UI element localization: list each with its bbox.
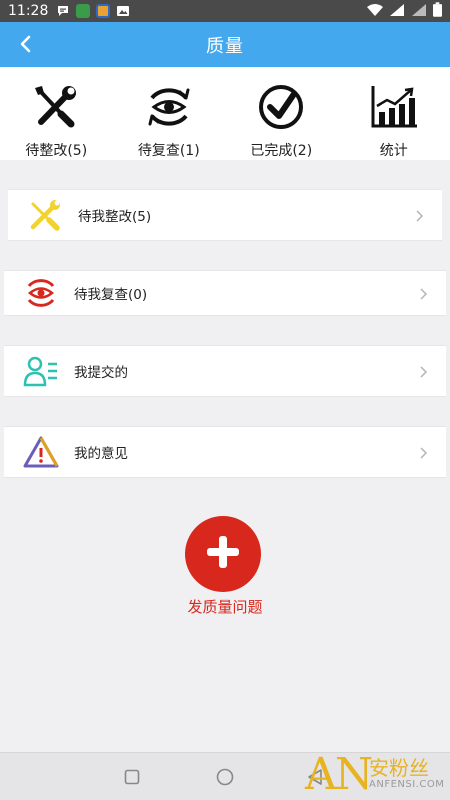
app-bar: 质量 [0,22,450,67]
watermark-an: AN [305,749,373,800]
tab-pending-review[interactable]: 待复查(1) [113,67,226,160]
battery-icon [433,2,442,20]
chevron-right-icon [418,286,428,300]
warning-triangle-icon [22,435,60,469]
add-quality-issue-label[interactable]: 发质量问题 [0,596,450,617]
back-arrow-icon[interactable] [14,32,38,56]
watermark-logo: AN 安粉丝 ANFENSI.COM [305,750,450,800]
list-item-label: 我提交的 [74,365,128,381]
add-quality-issue-button[interactable] [185,516,261,592]
page-title: 质量 [206,35,244,57]
tab-label: 待复查(1) [137,143,200,159]
tab-label: 已完成(2) [250,143,313,159]
eye-refresh-icon [22,276,60,310]
app-notification-icon-2 [96,4,111,18]
chevron-right-icon [418,364,428,378]
bar-chart-icon [369,84,419,134]
list-item-my-review[interactable]: 待我复查(0) [4,270,446,316]
image-icon [116,4,130,18]
eye-refresh-icon [144,84,194,134]
status-bar: 11:28 [0,0,450,22]
list-item-my-submissions[interactable]: 我提交的 [4,345,446,397]
app-notification-icon [76,4,91,18]
signal-icon-2 [411,3,427,20]
recent-apps-icon[interactable] [124,769,140,789]
watermark-cn: 安粉丝 [369,756,429,780]
message-icon [56,4,70,18]
list-item-label: 我的意见 [74,446,128,462]
chevron-right-icon [414,208,424,222]
tab-label: 统计 [379,143,408,159]
list-item-label: 待我整改(5) [78,209,152,225]
list-item-label: 待我复查(0) [74,287,148,303]
tab-label: 待整改(5) [25,143,88,159]
plus-icon [203,532,243,576]
chevron-right-icon [418,445,428,459]
tab-statistics[interactable]: 统计 [338,67,450,160]
wrench-screwdriver-icon [26,198,64,232]
watermark-en: ANFENSI.COM [369,779,445,790]
list-item-my-feedback[interactable]: 我的意见 [4,426,446,478]
status-indicators [367,2,442,20]
tab-completed[interactable]: 已完成(2) [225,67,338,160]
list-item-my-rectification[interactable]: 待我整改(5) [8,189,442,241]
tab-pending-rectification[interactable]: 待整改(5) [0,67,113,160]
status-time: 11:28 [8,3,49,19]
home-icon[interactable] [216,768,234,790]
user-list-icon [22,354,60,388]
top-nav: 待整改(5) 待复查(1) 已完成(2) 统计 [0,67,450,160]
wifi-icon [367,3,383,20]
signal-icon [389,3,405,20]
checkmark-circle-icon [256,84,306,134]
wrench-screwdriver-icon [31,84,81,134]
